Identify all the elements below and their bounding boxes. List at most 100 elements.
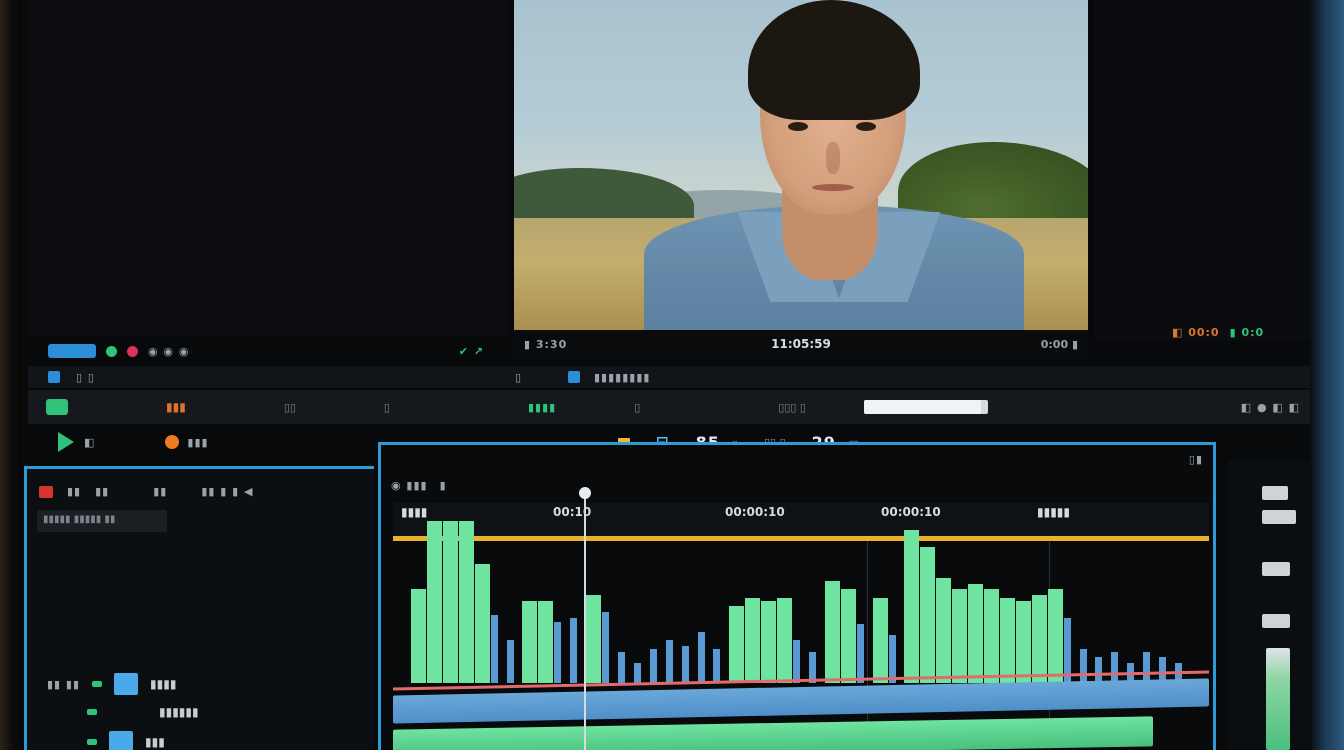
waveform-bar — [952, 589, 967, 683]
toolbar-slot-c[interactable]: ▯ — [634, 401, 640, 414]
render-progress-fill — [863, 400, 981, 414]
track-3-mute-button[interactable] — [109, 731, 133, 750]
subject-hair — [748, 0, 920, 120]
effects-panel-footer: ◧ 00:0 ▮ 0:0 — [1172, 326, 1264, 339]
waveform-bar — [538, 601, 553, 683]
track-search-field[interactable]: ▮▮▮▮▮ ▮▮▮▮▮ ▮▮ — [37, 510, 167, 532]
waveform-bar — [1143, 652, 1150, 683]
subject-mouth — [812, 184, 854, 191]
ruler-label-5: ▮▮▮▮▮ — [1037, 505, 1071, 519]
waveform-bar — [1016, 601, 1031, 683]
red-status-icon — [127, 345, 138, 357]
waveform-bar — [618, 652, 625, 683]
waveform-bar — [1048, 589, 1063, 683]
track-tool-b[interactable]: ▮▮ — [95, 485, 109, 498]
waveform-bar — [984, 589, 999, 683]
toolbar-green-readout[interactable]: ▮▮▮▮ — [528, 401, 556, 414]
scrub-label-c: ▮▮▮▮▮▮▮▮ — [594, 370, 651, 384]
track-tool-a[interactable]: ▮▮ — [67, 485, 81, 498]
program-timecode[interactable]: 11:05:59 — [771, 337, 831, 351]
meter-chip-2[interactable] — [1262, 510, 1296, 524]
playhead-handle[interactable] — [579, 487, 591, 499]
track-1-controls: ▮▮ ▮▮ — [47, 677, 81, 691]
waveform-bar — [475, 564, 490, 683]
track-panel-toolbar: ▮▮ ▮▮ ▮▮ ▮▮ ▮ ▮ ◀ — [27, 469, 374, 498]
editor-screen: ◉ ◉ ◉ ✔ ↗ ▮ 3:30 11:05:59 0:00 ▮ ◧ 00:0 … — [22, 0, 1310, 750]
waveform-bar — [491, 615, 498, 683]
toolbar-orange-label[interactable]: ▮▮▮ — [166, 400, 186, 414]
program-left-readout: ▮ 3:30 — [524, 337, 568, 351]
meter-chip-1[interactable] — [1262, 486, 1288, 500]
timeline-tool-extra[interactable]: ▮ — [440, 479, 447, 492]
toolbar-slot-d[interactable]: ▯▯▯ ▯ — [778, 401, 806, 414]
timeline-tools[interactable]: ◉ ▮▮▮ — [391, 479, 428, 492]
waveform-bar — [1032, 595, 1047, 683]
play-icon[interactable] — [58, 432, 74, 452]
program-monitor-bar: ▮ 3:30 11:05:59 0:00 ▮ — [514, 330, 1088, 358]
waveform-bar — [570, 618, 577, 683]
toolbar-green-button[interactable] — [46, 399, 68, 415]
play-label: ◧ — [84, 435, 96, 449]
track-2-name: ▮▮▮▮▮▮ — [159, 705, 199, 719]
track-3-name: ▮▮▮ — [145, 735, 165, 749]
scrub-label-a: ▯ ▯ — [76, 370, 95, 384]
track-1-sync-icon[interactable] — [92, 681, 103, 687]
source-label-chip[interactable] — [48, 344, 96, 358]
waveform-bar — [1111, 652, 1118, 683]
waveform-bar — [554, 622, 561, 683]
track-1-mute-button[interactable] — [114, 673, 139, 695]
green-status-icon — [106, 345, 117, 357]
track-2-sync-icon[interactable] — [87, 709, 97, 715]
track-3-sync-icon[interactable] — [87, 739, 97, 745]
effects-panel[interactable] — [1094, 0, 1310, 340]
waveform-bar — [443, 521, 458, 683]
video-clip[interactable] — [393, 716, 1153, 750]
ruler-work-area-bar[interactable] — [393, 536, 1209, 541]
waveform-bar — [713, 649, 720, 683]
track-header-2[interactable]: ▮▮▮▮▮▮ — [87, 705, 199, 719]
track-header-3[interactable]: ▮▮▮ — [87, 731, 165, 750]
scrub-toggle-icon[interactable] — [48, 371, 60, 383]
scrub-bar[interactable]: ▯ ▯ ▯ ▮▮▮▮▮▮▮▮ — [28, 366, 1310, 388]
waveform-bar — [936, 578, 951, 683]
track-tool-d[interactable]: ▮▮ ▮ ▮ ◀ — [201, 485, 253, 498]
subject-nose — [826, 142, 840, 174]
toolbar-right-icons[interactable]: ◧ ● ◧ ◧ — [1241, 401, 1300, 414]
waveform-bar — [873, 598, 888, 683]
waveform-bar — [522, 601, 537, 683]
scrub-blue-marker[interactable] — [568, 371, 580, 383]
meter-chip-4[interactable] — [1262, 614, 1290, 628]
playhead[interactable] — [584, 491, 586, 750]
edit-toolbar: ▮▮▮ ▯▯ ▯ ▮▮▮▮ ▯ ▯▯▯ ▯ ◧ ● ◧ ◧ — [28, 390, 1310, 424]
monitor-bezel-left — [0, 0, 22, 750]
ruler-label-4: 00:00:10 — [881, 505, 941, 519]
waveform-bar — [507, 640, 514, 683]
audio-level-meter — [1266, 648, 1290, 750]
program-right-readout: 0:00 ▮ — [1040, 337, 1078, 351]
timeline-ruler[interactable]: ▮▮▮▮ 00:10 00:00:10 00:00:10 ▮▮▮▮▮ — [393, 503, 1209, 541]
toolbar-slot-b[interactable]: ▯ — [384, 401, 390, 414]
effects-chip-a[interactable]: ◧ 00:0 — [1172, 326, 1220, 339]
subject-eye-left — [788, 122, 808, 131]
scrub-label-b: ▯ — [514, 370, 522, 384]
track-record-icon[interactable] — [39, 485, 53, 498]
source-bar-label: ◉ ◉ ◉ — [148, 344, 190, 358]
waveform-bar — [698, 632, 705, 683]
meter-chip-3[interactable] — [1262, 562, 1290, 576]
record-icon[interactable] — [165, 435, 180, 449]
source-viewer[interactable] — [28, 0, 508, 335]
waveform-bar — [825, 581, 840, 683]
waveform-bar — [841, 589, 856, 683]
waveform-bar — [920, 547, 935, 683]
effects-chip-b[interactable]: ▮ 0:0 — [1230, 326, 1265, 339]
toolbar-slot-a[interactable]: ▯▯ — [284, 401, 296, 414]
ruler-label-3: 00:00:10 — [725, 505, 785, 519]
waveform-bar — [411, 589, 426, 683]
track-header-1[interactable]: ▮▮ ▮▮ ▮▮▮▮ — [47, 673, 176, 695]
timeline-panel[interactable]: ◉ ▮▮▮ ▮ ▯▮ ▮▮▮▮ 00:10 00:00:10 00:00:10 … — [378, 442, 1216, 750]
program-monitor[interactable] — [514, 0, 1088, 330]
source-right-icons[interactable]: ✔ ↗ — [459, 345, 484, 358]
track-tool-c[interactable]: ▮▮ — [153, 485, 167, 498]
timeline-corner-label[interactable]: ▯▮ — [1189, 453, 1203, 466]
waveform-bar — [857, 624, 864, 683]
